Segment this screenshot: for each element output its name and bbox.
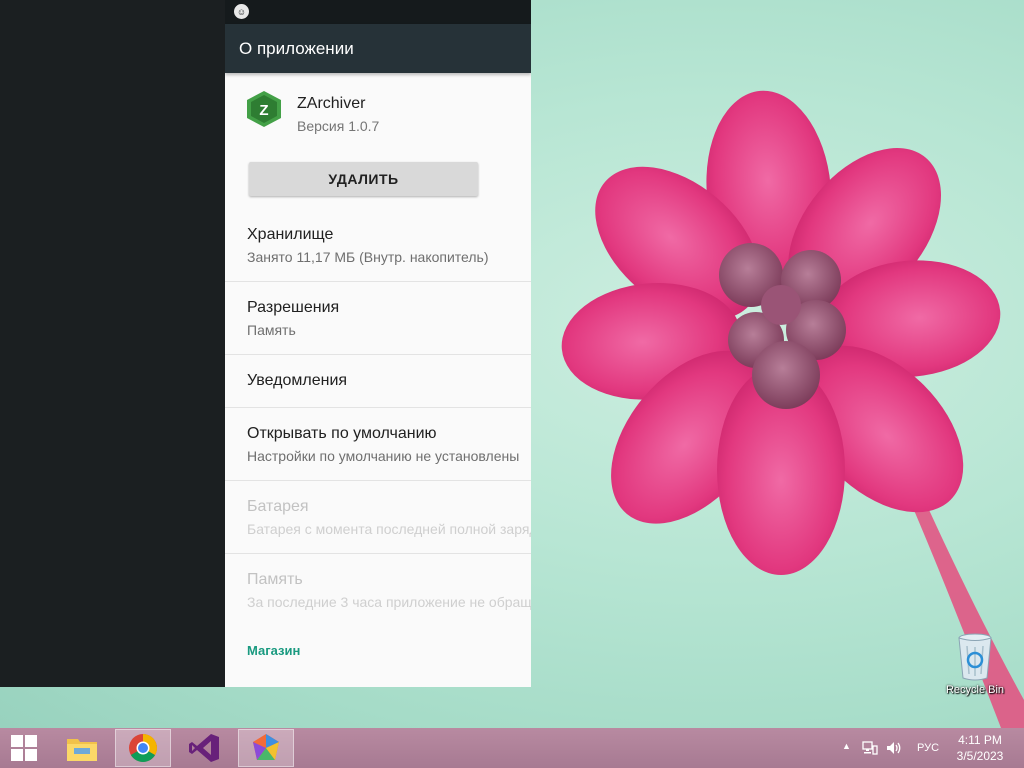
start-button[interactable] [0, 729, 48, 767]
setting-summary: За последние 3 часа приложение не обраща… [247, 594, 531, 610]
setting-notifications[interactable]: Уведомления [225, 355, 531, 408]
settings-list: Хранилище Занято 11,17 МБ (Внутр. накопи… [225, 209, 531, 626]
status-bar: ☺ [225, 0, 531, 24]
app-bar-title: О приложении [239, 38, 354, 58]
setting-battery: Батарея Батарея с момента последней полн… [225, 481, 531, 554]
show-hidden-icons-icon[interactable]: ▲ [842, 741, 851, 751]
taskbar-android-emulator[interactable] [238, 729, 294, 767]
setting-title: Батарея [247, 498, 309, 515]
setting-title: Разрешения [247, 299, 340, 316]
volume-icon[interactable] [886, 740, 902, 756]
setting-permissions[interactable]: Разрешения Память [225, 282, 531, 355]
dark-window-area [0, 0, 225, 687]
visual-studio-icon [189, 734, 219, 762]
chrome-icon [129, 734, 157, 762]
setting-title: Уведомления [247, 372, 348, 389]
setting-title: Открывать по умолчанию [247, 425, 437, 442]
setting-memory: Память За последние 3 часа приложение не… [225, 554, 531, 626]
notification-icon: ☺ [234, 4, 249, 19]
network-icon[interactable] [862, 740, 878, 756]
recycle-bin-label: Recycle Bin [945, 684, 1005, 696]
setting-summary: Занято 11,17 МБ (Внутр. накопитель) [247, 249, 489, 265]
wallpaper-flower [561, 90, 1024, 728]
android-app-info-window: ☺ О приложении Z ZArchiver Версия 1.0.7 … [225, 0, 531, 687]
setting-summary: Память [247, 322, 296, 338]
setting-title: Хранилище [247, 226, 334, 243]
start-icon [11, 735, 37, 761]
file-explorer-icon [67, 739, 97, 761]
setting-open-by-default[interactable]: Открывать по умолчанию Настройки по умол… [225, 408, 531, 481]
language-indicator[interactable]: РУС [917, 742, 939, 754]
taskbar-visual-studio[interactable] [176, 729, 232, 767]
clock-date[interactable]: 3/5/2023 [940, 749, 1020, 763]
app-header: Z ZArchiver Версия 1.0.7 УДАЛИТЬ [225, 73, 531, 196]
app-bar: О приложении [225, 24, 531, 73]
recycle-bin[interactable]: Recycle Bin [942, 630, 1008, 700]
app-version: Версия 1.0.7 [297, 118, 380, 134]
zarchiver-icon: Z [247, 91, 281, 127]
svg-text:Z: Z [259, 102, 268, 119]
taskbar: ▲ РУС 4:11 PM 3/5/2023 [0, 728, 1024, 768]
uninstall-button[interactable]: УДАЛИТЬ [249, 162, 478, 196]
clock-time[interactable]: 4:11 PM [940, 733, 1020, 747]
setting-summary: Батарея с момента последней полной заряд… [247, 521, 531, 537]
setting-summary: Настройки по умолчанию не установлены [247, 448, 520, 464]
taskbar-chrome[interactable] [115, 729, 171, 767]
recycle-bin-icon [958, 633, 992, 681]
setting-storage[interactable]: Хранилище Занято 11,17 МБ (Внутр. накопи… [225, 209, 531, 282]
taskbar-file-explorer[interactable] [54, 729, 110, 767]
store-link[interactable]: Магазин [247, 643, 300, 658]
android-emulator-icon [253, 734, 279, 760]
app-name: ZArchiver [297, 95, 366, 112]
setting-title: Память [247, 571, 303, 588]
